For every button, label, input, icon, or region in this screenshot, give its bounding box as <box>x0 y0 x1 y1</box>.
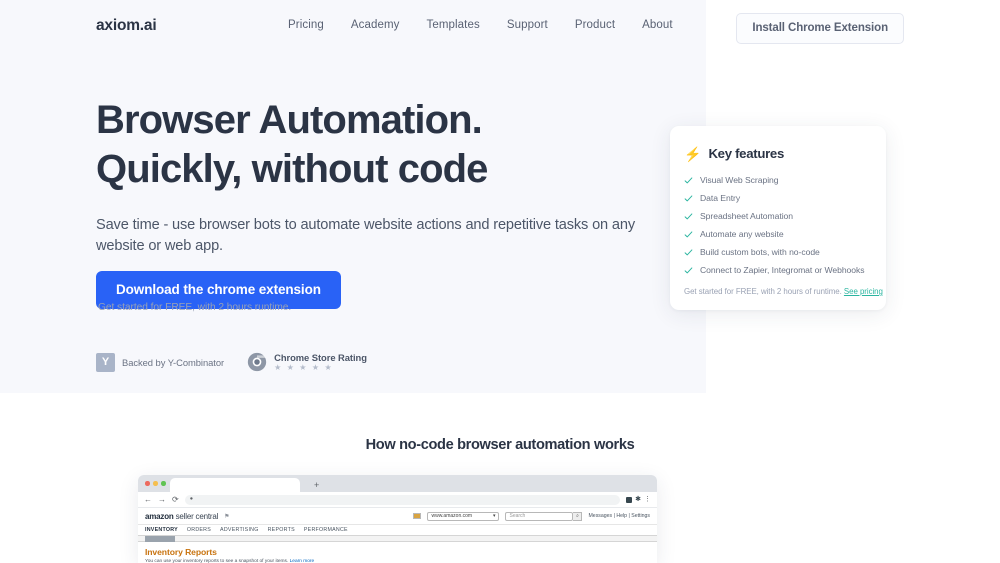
hero-background <box>0 0 706 393</box>
lightning-bolt-icon: ⚡ <box>684 145 702 162</box>
search-icon[interactable]: ⌕ <box>573 511 583 521</box>
marketplace-value: www.amazon.com <box>431 513 473 519</box>
ycombinator-icon: Y <box>96 352 115 372</box>
check-icon <box>684 230 693 237</box>
marketplace-select[interactable]: www.amazon.com ▾ <box>427 511 500 521</box>
amazon-nav-item-reports[interactable]: REPORTS <box>268 527 295 533</box>
feature-item: Connect to Zapier, Integromat or Webhook… <box>684 261 870 279</box>
browser-mockup: + ← → ⟳ ● ✱ ⋮ amazon seller central ⚑ ww <box>138 475 657 563</box>
extension-icon[interactable] <box>626 496 633 503</box>
inventory-reports-heading: Inventory Reports <box>145 547 217 557</box>
feature-item: Data Entry <box>684 189 870 207</box>
description-text: You can use your inventory reports to se… <box>145 559 290 563</box>
ycombinator-badge: Y Backed by Y-Combinator <box>96 352 225 372</box>
ycombinator-label: Backed by Y-Combinator <box>122 356 225 368</box>
amazon-nav-item-performance[interactable]: PERFORMANCE <box>304 527 348 533</box>
amazon-content: Inventory Reports You can use your inven… <box>138 542 657 563</box>
flag-outline-icon: ⚑ <box>224 513 230 520</box>
amazon-nav-item-orders[interactable]: ORDERS <box>187 527 211 533</box>
feature-label: Data Entry <box>700 193 741 203</box>
browser-tab[interactable] <box>170 478 300 492</box>
amazon-logo-bold: amazon <box>145 511 174 521</box>
new-tab-icon[interactable]: + <box>314 481 319 490</box>
feature-item: Spreadsheet Automation <box>684 207 870 225</box>
nav-item-product[interactable]: Product <box>575 19 615 31</box>
section-title: How no-code browser automation works <box>365 437 635 453</box>
amazon-logo-thin: seller central <box>173 511 219 521</box>
chrome-icon <box>247 352 267 372</box>
key-features-list: Visual Web Scraping Data Entry Spreadshe… <box>684 171 870 279</box>
amazon-logo[interactable]: amazon seller central <box>145 512 218 521</box>
amazon-nav-item-advertising[interactable]: ADVERTISING <box>220 527 259 533</box>
amazon-header-links[interactable]: Messages | Help | Settings <box>588 513 650 519</box>
learn-more-link[interactable]: Learn more <box>290 559 315 563</box>
nav-item-pricing[interactable]: Pricing <box>288 19 324 31</box>
key-features-footer: Get started for FREE, with 2 hours of ru… <box>684 287 883 296</box>
nav-item-support[interactable]: Support <box>507 19 548 31</box>
minimize-window-dot[interactable] <box>153 481 158 486</box>
feature-label: Spreadsheet Automation <box>700 211 794 221</box>
chrome-store-text: Chrome Store Rating ★ ★ ★ ★ ★ <box>274 352 367 372</box>
trust-badges: Y Backed by Y-Combinator Chrome Store Ra… <box>96 352 367 372</box>
hero-title-line-2: Quickly, without code <box>96 146 488 191</box>
chevron-down-icon: ▾ <box>492 513 496 519</box>
forward-icon[interactable]: → <box>158 495 166 504</box>
feature-item: Build custom bots, with no-code <box>684 243 870 261</box>
back-icon[interactable]: ← <box>144 495 152 504</box>
amazon-seller-central-page: amazon seller central ⚑ www.amazon.com ▾… <box>138 508 657 563</box>
amazon-search-input[interactable]: Search <box>505 511 574 521</box>
landing-page: axiom.ai Pricing Academy Templates Suppo… <box>0 0 1000 563</box>
nav-item-about[interactable]: About <box>642 19 673 31</box>
amazon-nav-item-inventory[interactable]: INVENTORY <box>145 527 178 533</box>
chrome-store-title: Chrome Store Rating <box>274 352 367 363</box>
browser-tab-bar: + <box>138 475 657 492</box>
check-icon <box>684 248 693 255</box>
chrome-store-stars: ★ ★ ★ ★ ★ <box>274 363 334 372</box>
close-window-dot[interactable] <box>145 481 150 486</box>
key-features-footer-text: Get started for FREE, with 2 hours of ru… <box>684 287 844 296</box>
maximize-window-dot[interactable] <box>161 481 166 486</box>
key-features-title: Key features <box>708 146 785 161</box>
nav-item-academy[interactable]: Academy <box>351 19 400 31</box>
feature-item: Visual Web Scraping <box>684 171 870 189</box>
check-icon <box>684 176 693 183</box>
see-pricing-link[interactable]: See pricing <box>844 287 883 296</box>
amazon-sub-tabstrip <box>138 536 657 542</box>
chrome-store-rating-badge: Chrome Store Rating ★ ★ ★ ★ ★ <box>247 352 367 372</box>
check-icon <box>684 194 693 201</box>
feature-label: Connect to Zapier, Integromat or Webhook… <box>700 265 865 275</box>
feature-label: Automate any website <box>700 229 784 239</box>
feature-label: Build custom bots, with no-code <box>700 247 820 257</box>
country-flag-icon <box>413 513 422 519</box>
browser-toolbar-right: ✱ ⋮ <box>626 496 651 503</box>
hero-title-line-1: Browser Automation. <box>96 98 483 142</box>
site-logo[interactable]: axiom.ai <box>96 17 157 35</box>
browser-toolbar: ← → ⟳ ● ✱ ⋮ <box>138 492 657 508</box>
inventory-reports-description: You can use your inventory reports to se… <box>145 559 650 563</box>
address-bar[interactable]: ● <box>184 494 621 505</box>
window-controls <box>145 481 166 486</box>
feature-label: Visual Web Scraping <box>700 175 779 185</box>
check-icon <box>684 266 693 273</box>
install-chrome-extension-button[interactable]: Install Chrome Extension <box>736 13 904 44</box>
key-features-header: ⚡ Key features <box>684 146 870 161</box>
cta-note: Get started for FREE, with 2 hours runti… <box>98 302 292 313</box>
key-features-card: ⚡ Key features Visual Web Scraping Data … <box>670 126 886 310</box>
browser-menu-icon[interactable]: ⋮ <box>644 496 651 503</box>
main-nav: Pricing Academy Templates Support Produc… <box>288 19 673 31</box>
site-header: axiom.ai Pricing Academy Templates Suppo… <box>0 0 1000 48</box>
lock-icon: ● <box>189 495 194 502</box>
amazon-nav: INVENTORY ORDERS ADVERTISING REPORTS PER… <box>138 525 657 536</box>
nav-item-templates[interactable]: Templates <box>427 19 480 31</box>
amazon-header: amazon seller central ⚑ www.amazon.com ▾… <box>138 508 657 525</box>
hero-title: Browser Automation. Quickly, without cod… <box>96 96 656 194</box>
puzzle-icon[interactable]: ✱ <box>635 496 641 503</box>
reload-icon[interactable]: ⟳ <box>172 495 179 504</box>
check-icon <box>684 212 693 219</box>
hero-subtitle: Save time - use browser bots to automate… <box>96 217 636 255</box>
feature-item: Automate any website <box>684 225 870 243</box>
